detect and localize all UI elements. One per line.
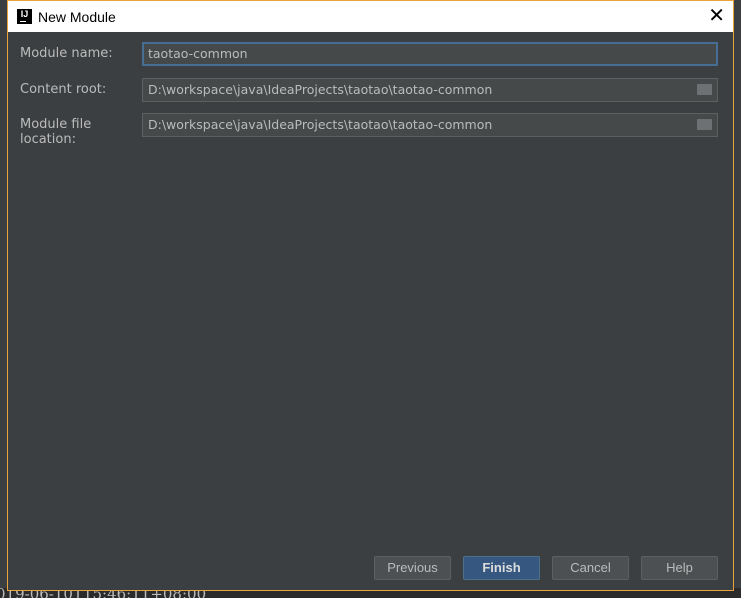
module-file-location-row: Module file location: [20,117,142,147]
title-bar: IJ New Module ✕ [8,1,733,32]
finish-button[interactable]: Finish [463,556,540,580]
previous-button[interactable]: Previous [374,556,451,580]
cancel-button[interactable]: Cancel [552,556,629,580]
module-name-input[interactable]: taotao-common [142,42,718,66]
browse-folder-icon[interactable] [697,119,712,130]
module-name-label: Module name: [20,46,113,61]
dialog-title: New Module [38,8,116,25]
intellij-logo-icon: IJ [17,9,32,24]
module-name-row: Module name: [20,46,142,61]
help-button[interactable]: Help [641,556,718,580]
browse-folder-icon[interactable] [697,84,712,95]
content-root-row: Content root: [20,82,142,97]
content-root-input[interactable]: D:\workspace\java\IdeaProjects\taotao\ta… [142,78,718,102]
close-icon[interactable]: ✕ [708,6,725,26]
module-file-location-label: Module file location: [20,117,92,147]
content-root-value: D:\workspace\java\IdeaProjects\taotao\ta… [148,82,493,97]
module-file-location-value: D:\workspace\java\IdeaProjects\taotao\ta… [148,117,493,132]
content-root-label: Content root: [20,82,107,97]
logo-text: IJ [20,9,29,19]
new-module-dialog: IJ New Module ✕ Module name: taotao-comm… [7,0,734,591]
module-file-location-input[interactable]: D:\workspace\java\IdeaProjects\taotao\ta… [142,113,718,137]
